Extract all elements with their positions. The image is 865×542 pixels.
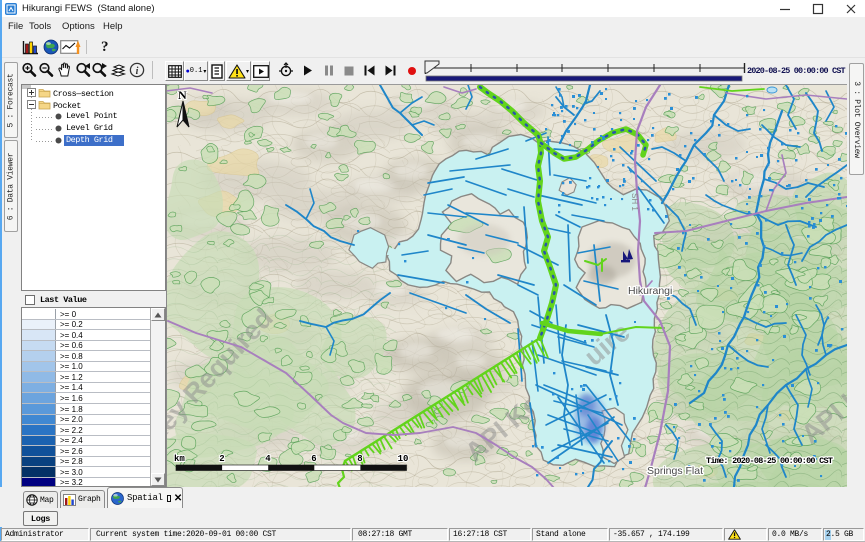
svg-text:Springs Flat: Springs Flat [647, 465, 703, 477]
svg-text:8: 8 [357, 454, 362, 464]
svg-text:SH 1: SH 1 [630, 193, 639, 211]
svg-text:Hikurangi: Hikurangi [628, 285, 672, 297]
svg-text:Time: 2020-08-25 00:00:00 CST: Time: 2020-08-25 00:00:00 CST [706, 456, 833, 466]
svg-text:N: N [178, 88, 187, 102]
svg-text:i: i [136, 66, 139, 77]
svg-text:4: 4 [265, 454, 271, 464]
svg-text:2: 2 [219, 454, 224, 464]
svg-text:km: km [174, 454, 185, 464]
svg-text:10: 10 [398, 454, 409, 464]
svg-text:6: 6 [311, 454, 316, 464]
